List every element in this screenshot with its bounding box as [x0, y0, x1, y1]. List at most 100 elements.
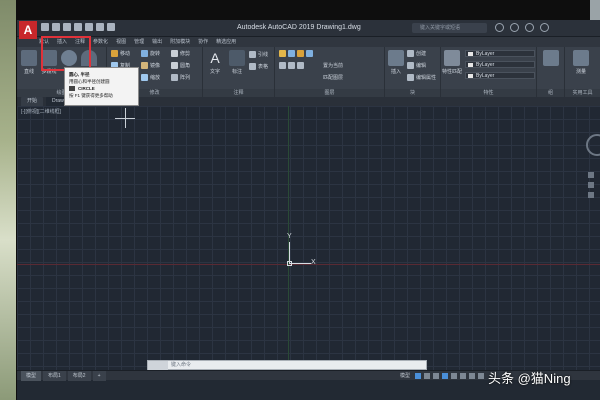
pan-icon[interactable]: [588, 172, 594, 178]
groups-panel-label[interactable]: 组: [537, 89, 564, 97]
layout-tab-1[interactable]: 布局1: [43, 371, 66, 381]
tooltip-description: 用圆心和半径创建圆: [69, 79, 110, 84]
layout-tab-2[interactable]: 布局2: [67, 371, 91, 381]
viewport-controls[interactable]: [-][俯视][二维线框]: [21, 108, 61, 115]
viewcube-compass-icon[interactable]: [586, 134, 600, 156]
osnap-toggle-icon[interactable]: [451, 373, 457, 379]
array-icon: [171, 74, 178, 81]
layer-freeze-icon[interactable]: [297, 50, 304, 57]
leader-icon: [249, 51, 256, 58]
autocad-logo-icon[interactable]: A: [19, 21, 37, 39]
orbit-icon[interactable]: [588, 192, 594, 198]
properties-panel-label[interactable]: 特性: [441, 89, 536, 97]
utilities-panel-label[interactable]: 实用工具: [565, 89, 600, 97]
user-icon[interactable]: [495, 23, 504, 32]
ortho-toggle-icon[interactable]: [433, 373, 439, 379]
app-store-icon[interactable]: [510, 23, 519, 32]
table-icon: [249, 63, 256, 70]
model-space-toggle[interactable]: 模型: [400, 371, 410, 381]
rotate-tool[interactable]: 旋转: [141, 50, 160, 57]
open-file-icon[interactable]: [52, 23, 60, 31]
set-current-label: 置为当前: [323, 63, 344, 69]
layer-walk-icon[interactable]: [297, 62, 304, 69]
trim-icon: [171, 50, 178, 57]
annotation-panel-label[interactable]: 注释: [203, 89, 274, 97]
customize-menu-icon[interactable]: [478, 373, 484, 379]
group-icon: [543, 50, 559, 66]
set-current-layer-button[interactable]: 置为当前: [323, 62, 343, 69]
mirror-tool[interactable]: 镜像: [141, 62, 160, 69]
search-input[interactable]: 键入关键字或短语: [412, 23, 487, 33]
tab-manage[interactable]: 管理: [134, 37, 144, 47]
tab-output[interactable]: 输出: [152, 37, 162, 47]
tab-featured-apps[interactable]: 精选应用: [216, 37, 236, 47]
tab-collaborate[interactable]: 协作: [198, 37, 208, 47]
save-icon[interactable]: [63, 23, 71, 31]
tab-view[interactable]: 视图: [116, 37, 126, 47]
command-line[interactable]: 键入命令: [147, 360, 427, 370]
layer-isolate-icon[interactable]: [279, 62, 286, 69]
workspace-gear-icon[interactable]: [469, 373, 475, 379]
grid-toggle-icon[interactable]: [415, 373, 421, 379]
edit-block-tool[interactable]: 编辑: [407, 62, 426, 69]
scale-tool[interactable]: 缩放: [141, 74, 160, 81]
command-icon: [69, 86, 75, 91]
fillet-label: 圆角: [180, 63, 191, 69]
zoom-icon[interactable]: [588, 182, 594, 188]
linetype-dropdown[interactable]: ByLayer: [465, 61, 535, 68]
layer-off-icon[interactable]: [288, 62, 295, 69]
save-as-icon[interactable]: [74, 23, 82, 31]
edit-attribute-tool[interactable]: 编辑属性: [407, 74, 436, 81]
command-input[interactable]: 键入命令: [171, 361, 191, 370]
tooltip-command: CIRCLE: [78, 86, 95, 91]
layer-lock-icon[interactable]: [306, 50, 313, 57]
match-layer-label: 匹配图层: [323, 75, 344, 81]
trim-tool[interactable]: 修剪: [171, 50, 190, 57]
match-properties-button[interactable]: 特性匹配: [442, 50, 462, 75]
file-tab-start[interactable]: 开始: [21, 97, 44, 106]
drawing-canvas[interactable]: [-][俯视][二维线框] Y X: [17, 106, 600, 376]
undo-icon[interactable]: [96, 23, 104, 31]
lineweight-dropdown[interactable]: ByLayer: [465, 72, 535, 79]
move-tool[interactable]: 移动: [111, 50, 130, 57]
measure-label: 测量: [575, 69, 586, 75]
line-tool-label: 直线: [23, 69, 34, 75]
ucs-icon[interactable]: Y X: [287, 233, 319, 266]
create-block-tool[interactable]: 创建: [407, 50, 426, 57]
circle-tool-highlight: [41, 36, 91, 71]
layer-properties-icon[interactable]: [279, 50, 286, 57]
layout-tab-model[interactable]: 模型: [21, 371, 42, 381]
measure-button[interactable]: 测量: [571, 50, 591, 75]
redo-icon[interactable]: [107, 23, 115, 31]
table-tool[interactable]: 表格: [249, 63, 268, 70]
command-line-icons[interactable]: [148, 361, 168, 370]
tab-addins[interactable]: 附加模块: [170, 37, 190, 47]
dimension-tool-button[interactable]: 标注: [227, 50, 247, 75]
annotation-scale-icon[interactable]: [460, 373, 466, 379]
background-plant: [0, 0, 16, 400]
leader-tool[interactable]: 引线: [249, 51, 268, 58]
add-layout-plus-icon[interactable]: +: [92, 371, 106, 381]
insert-block-button[interactable]: 插入: [386, 50, 406, 75]
snap-toggle-icon[interactable]: [424, 373, 430, 379]
minimize-icon[interactable]: [540, 23, 549, 32]
block-panel-label[interactable]: 块: [385, 89, 440, 97]
match-layer-button[interactable]: 匹配图层: [323, 74, 343, 81]
fillet-tool[interactable]: 圆角: [171, 62, 190, 69]
help-icon[interactable]: [525, 23, 534, 32]
mirror-label: 镜像: [150, 63, 161, 69]
layer-state-icon[interactable]: [288, 50, 295, 57]
tooltip-title: 圆心, 半径: [69, 72, 90, 77]
ribbon-tab-bar: 默认 插入 注释 参数化 视图 管理 输出 附加模块 协作 精选应用: [17, 37, 600, 47]
array-tool[interactable]: 阵列: [171, 74, 190, 81]
status-toggles: [415, 373, 484, 379]
color-dropdown[interactable]: ByLayer: [465, 50, 535, 57]
layers-panel-label[interactable]: 图层: [275, 89, 384, 97]
polar-toggle-icon[interactable]: [442, 373, 448, 379]
line-tool-button[interactable]: 直线: [19, 50, 39, 75]
print-icon[interactable]: [85, 23, 93, 31]
text-tool-button[interactable]: A 文字: [205, 50, 225, 75]
new-file-icon[interactable]: [41, 23, 49, 31]
tab-parametric[interactable]: 参数化: [93, 37, 108, 47]
group-button[interactable]: [541, 50, 561, 68]
